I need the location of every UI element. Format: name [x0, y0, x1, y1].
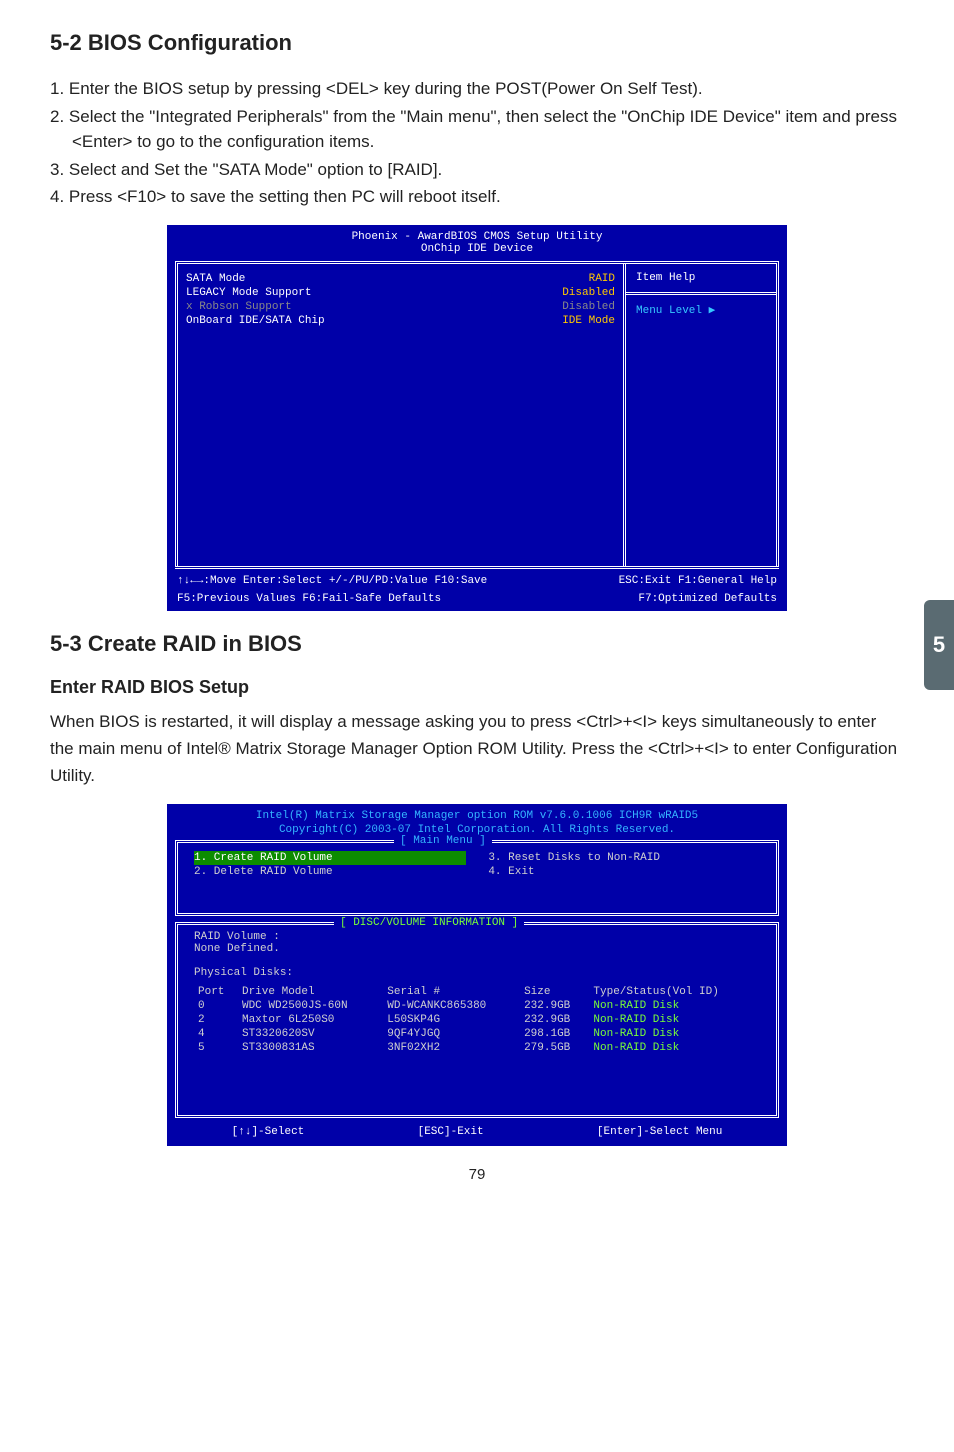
step-4: 4. Press <F10> to save the setting then … — [50, 184, 904, 210]
d3-size: 279.5GB — [520, 1041, 589, 1055]
raid-vol-none: None Defined. — [194, 943, 760, 955]
d1-type: Non-RAID Disk — [589, 1013, 760, 1027]
disk-row: 0 WDC WD2500JS-60N WD-WCANKC865380 232.9… — [194, 999, 760, 1013]
row-1-lbl: LEGACY Mode Support — [186, 287, 311, 299]
page-number: 79 — [50, 1166, 904, 1183]
d3-model: ST3300831AS — [238, 1041, 383, 1055]
bios-footer-2: F5:Previous Values F6:Fail-Safe Defaults… — [167, 593, 787, 611]
d1-model: Maxtor 6L250S0 — [238, 1013, 383, 1027]
d1-size: 232.9GB — [520, 1013, 589, 1027]
footer-r: ESC:Exit F1:General Help — [619, 575, 777, 587]
row-2-val: Disabled — [562, 301, 615, 313]
disk-row: 2 Maxtor 6L250S0 L50SKP4G 232.9GB Non-RA… — [194, 1013, 760, 1027]
footer-l2: F5:Previous Values F6:Fail-Safe Defaults — [177, 593, 441, 605]
col-serial: Serial # — [383, 985, 520, 999]
subheading-enter-raid: Enter RAID BIOS Setup — [50, 677, 904, 698]
bios-help-pane: Item Help Menu Level ▶ — [626, 264, 776, 566]
steps-list: 1. Enter the BIOS setup by pressing <DEL… — [50, 76, 904, 210]
row-0-val: RAID — [589, 273, 615, 285]
step-1: 1. Enter the BIOS setup by pressing <DEL… — [50, 76, 904, 102]
d3-port: 5 — [194, 1041, 238, 1055]
footer-r2: F7:Optimized Defaults — [638, 593, 777, 605]
bios-title-2: OnChip IDE Device — [421, 243, 533, 255]
d1-port: 2 — [194, 1013, 238, 1027]
footer-l: ↑↓←→:Move Enter:Select +/-/PU/PD:Value F… — [177, 575, 487, 587]
col-size: Size — [520, 985, 589, 999]
footer-enter: [Enter]-Select Menu — [597, 1126, 722, 1138]
main-menu-label: [ Main Menu ] — [394, 835, 492, 847]
col-port: Port — [194, 985, 238, 999]
row-3-lbl: OnBoard IDE/SATA Chip — [186, 315, 325, 327]
footer-select: [↑↓]-Select — [232, 1126, 305, 1138]
d0-serial: WD-WCANKC865380 — [383, 999, 520, 1013]
raid-footer: [↑↓]-Select [ESC]-Exit [Enter]-Select Me… — [175, 1124, 779, 1140]
d0-size: 232.9GB — [520, 999, 589, 1013]
heading-5-2: 5-2 BIOS Configuration — [50, 30, 904, 56]
disk-row: 5 ST3300831AS 3NF02XH2 279.5GB Non-RAID … — [194, 1041, 760, 1055]
col-model: Drive Model — [238, 985, 383, 999]
menu-exit[interactable]: 4. Exit — [488, 865, 760, 879]
bios-screenshot: Phoenix - AwardBIOS CMOS Setup Utility O… — [167, 225, 787, 611]
footer-exit: [ESC]-Exit — [418, 1126, 484, 1138]
disk-table: Port Drive Model Serial # Size Type/Stat… — [194, 985, 760, 1055]
d2-model: ST3320620SV — [238, 1027, 383, 1041]
physical-disks-label: Physical Disks: — [194, 967, 760, 979]
side-tab: 5 — [924, 600, 954, 690]
raid-screenshot: Intel(R) Matrix Storage Manager option R… — [167, 804, 787, 1146]
raid-vol-label: RAID Volume : — [194, 931, 760, 943]
row-1-val: Disabled — [562, 287, 615, 299]
d0-type: Non-RAID Disk — [589, 999, 760, 1013]
d0-model: WDC WD2500JS-60N — [238, 999, 383, 1013]
row-2-lbl: x Robson Support — [186, 301, 292, 313]
menu-delete-raid[interactable]: 2. Delete RAID Volume — [194, 865, 466, 879]
help-title: Item Help — [626, 264, 776, 295]
row-3-val: IDE Mode — [562, 315, 615, 327]
d2-port: 4 — [194, 1027, 238, 1041]
d3-type: Non-RAID Disk — [589, 1041, 760, 1055]
d2-size: 298.1GB — [520, 1027, 589, 1041]
step-3: 3. Select and Set the "SATA Mode" option… — [50, 157, 904, 183]
d2-serial: 9QF4YJGQ — [383, 1027, 520, 1041]
row-0-lbl: SATA Mode — [186, 273, 245, 285]
help-body: Menu Level ▶ — [626, 295, 776, 566]
d0-port: 0 — [194, 999, 238, 1013]
info-label: [ DISC/VOLUME INFORMATION ] — [334, 917, 524, 929]
d3-serial: 3NF02XH2 — [383, 1041, 520, 1055]
col-type: Type/Status(Vol ID) — [589, 985, 760, 999]
disk-row: 4 ST3320620SV 9QF4YJGQ 298.1GB Non-RAID … — [194, 1027, 760, 1041]
heading-5-3: 5-3 Create RAID in BIOS — [50, 631, 904, 657]
bios-title-1: Phoenix - AwardBIOS CMOS Setup Utility — [352, 231, 603, 243]
d1-serial: L50SKP4G — [383, 1013, 520, 1027]
paragraph-raid-intro: When BIOS is restarted, it will display … — [50, 708, 904, 790]
menu-create-raid[interactable]: 1. Create RAID Volume — [194, 851, 466, 865]
raid-info-box: [ DISC/VOLUME INFORMATION ] RAID Volume … — [175, 922, 779, 1118]
raid-main-menu: [ Main Menu ] 1. Create RAID Volume 2. D… — [175, 840, 779, 916]
bios-title: Phoenix - AwardBIOS CMOS Setup Utility O… — [167, 225, 787, 261]
raid-title: Intel(R) Matrix Storage Manager option R… — [167, 804, 787, 824]
bios-footer-1: ↑↓←→:Move Enter:Select +/-/PU/PD:Value F… — [167, 569, 787, 593]
step-2: 2. Select the "Integrated Peripherals" f… — [50, 104, 904, 155]
bios-left-pane: SATA Mode RAID LEGACY Mode Support Disable… — [178, 264, 626, 566]
d2-type: Non-RAID Disk — [589, 1027, 760, 1041]
menu-reset-disks[interactable]: 3. Reset Disks to Non-RAID — [488, 851, 760, 865]
